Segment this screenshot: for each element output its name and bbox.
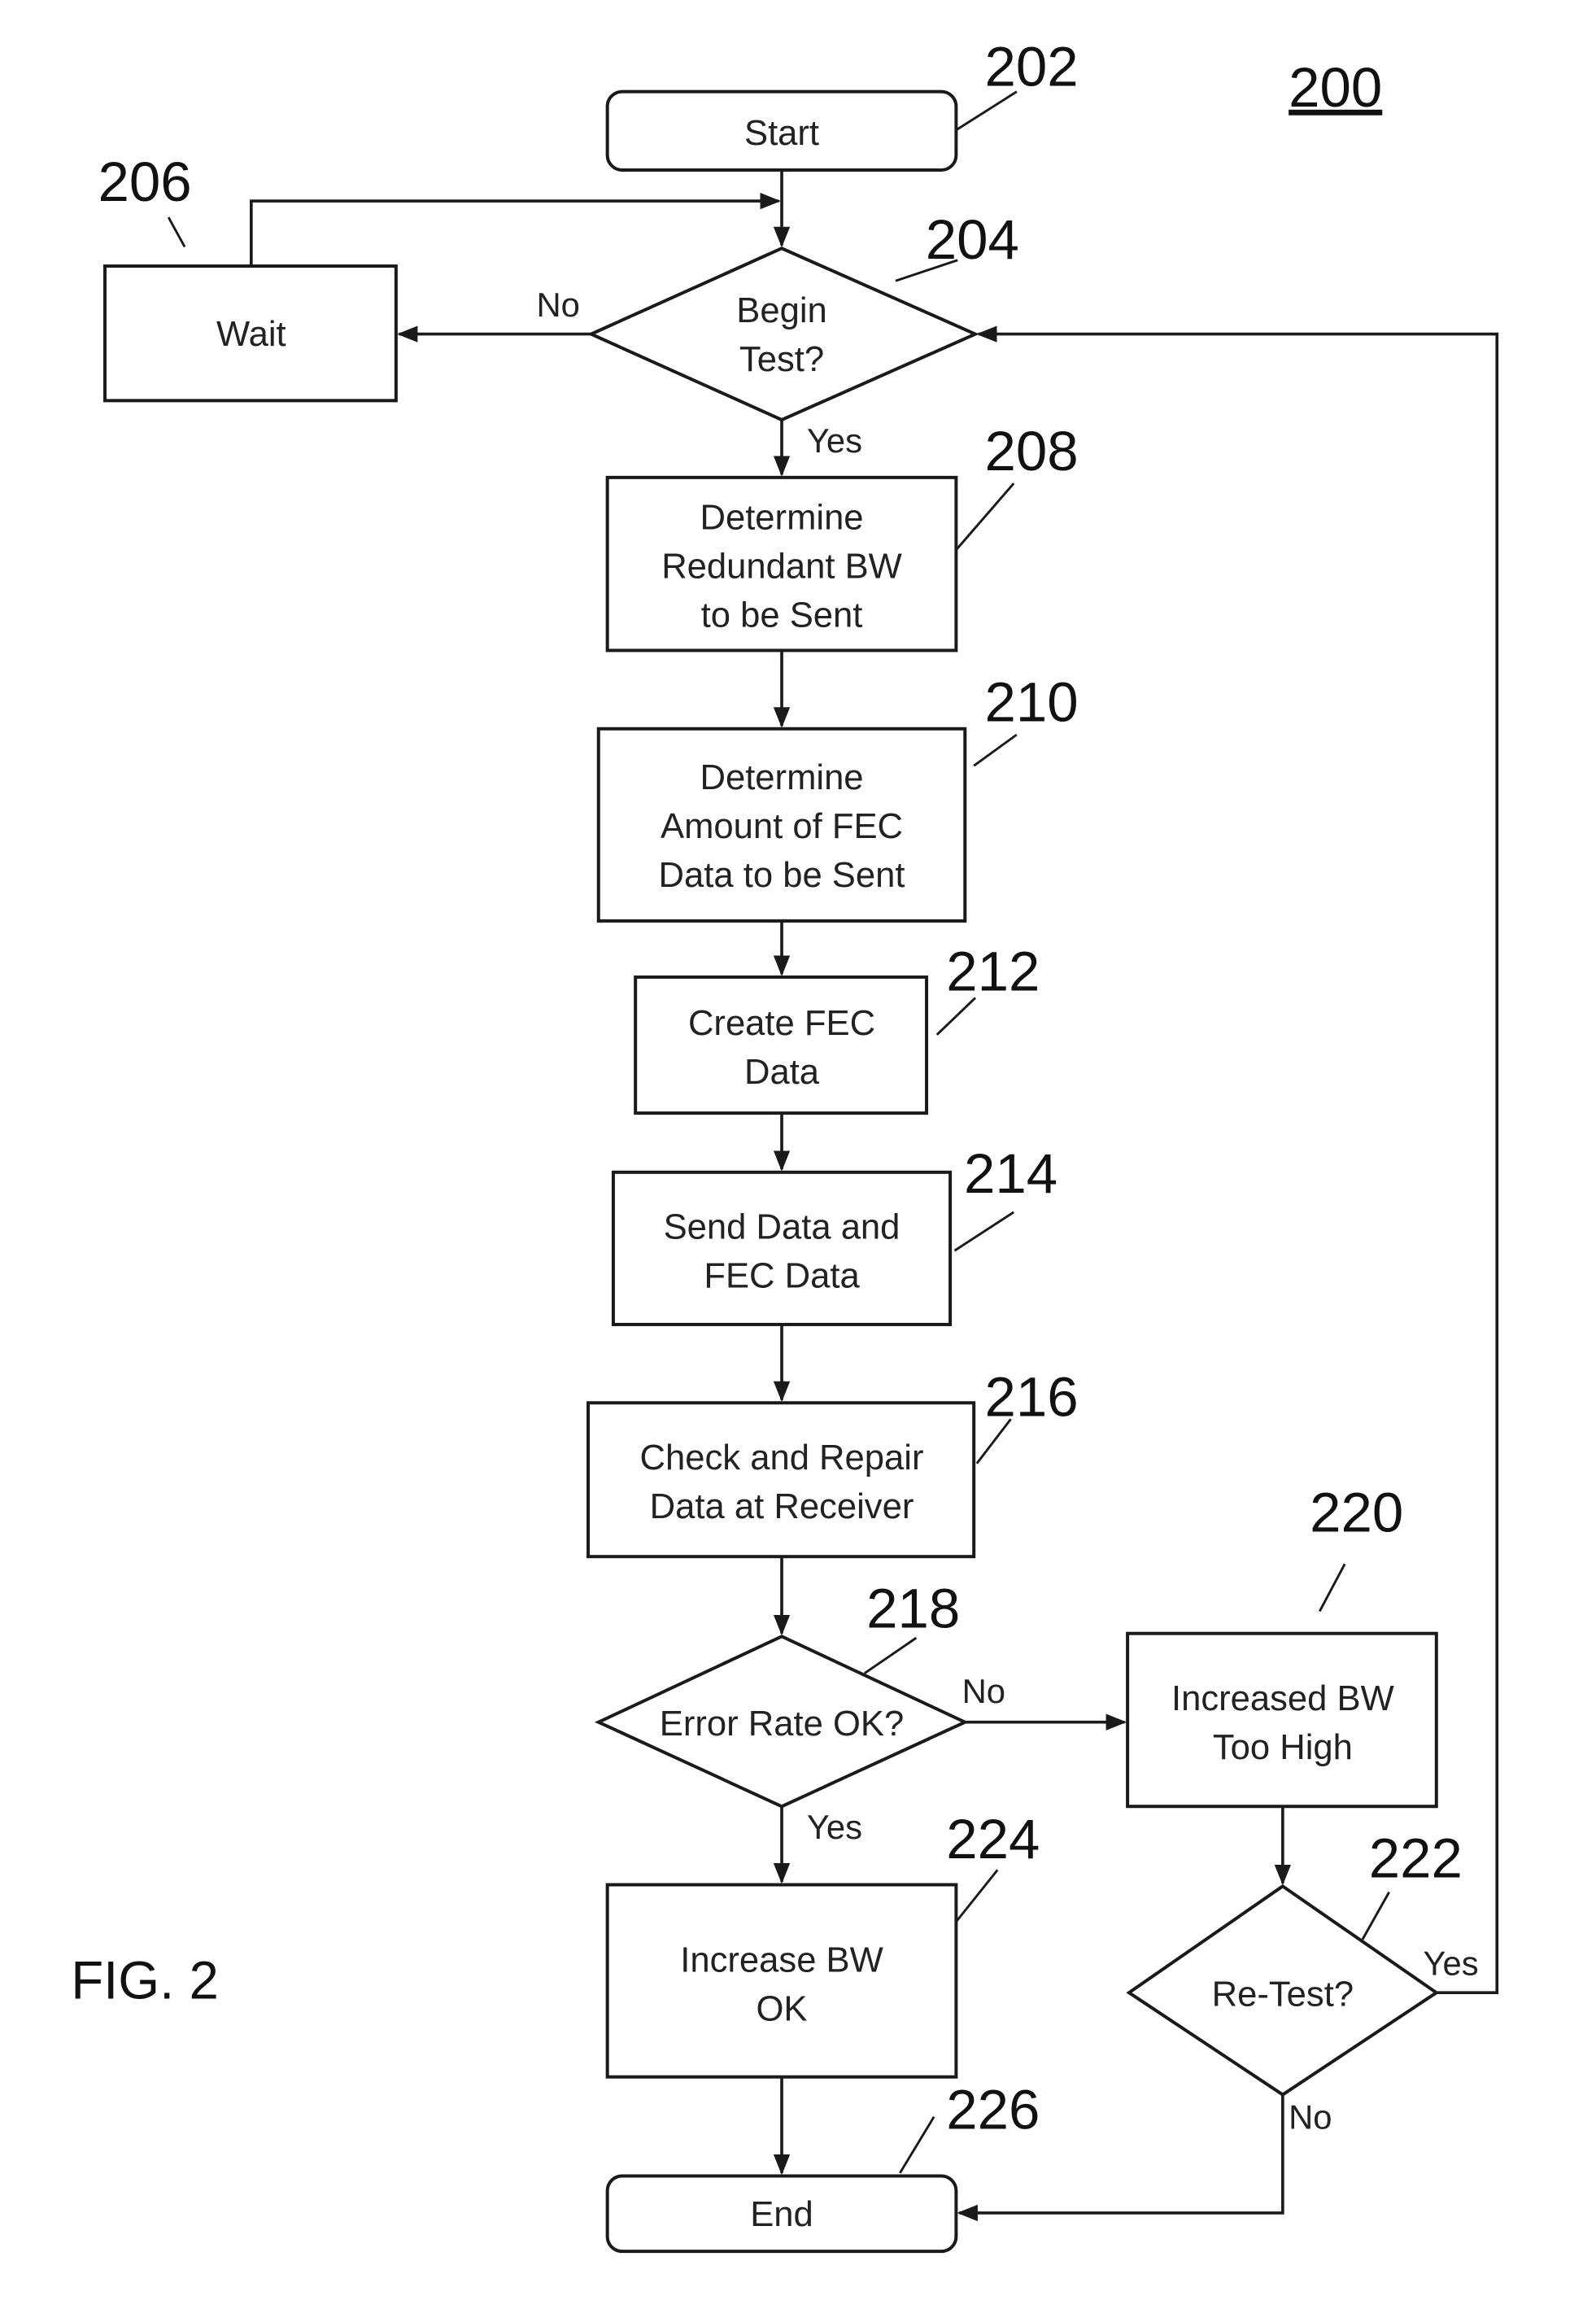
leader-210 [973,733,1018,767]
node-error-rate-label: Error Rate OK? [660,1704,904,1744]
flowchart: 200 FIG. 2 No Yes No Yes Yes No Start 20… [71,35,1499,2254]
ref-224: 224 [946,1808,1040,1870]
node-determine-bw-line-2: Redundant BW [661,547,902,586]
edge-label-error-yes: Yes [807,1808,862,1846]
node-send-data: Send Data and FEC Data 214 [611,1142,1057,1326]
node-start: Start 202 [605,35,1079,172]
node-start-label: Start [744,114,819,153]
node-bw-ok: Increase BW OK 224 [605,1808,1040,2079]
ref-214: 214 [964,1142,1057,1205]
node-end-label: End [750,2195,813,2234]
leader-224 [955,1869,999,1923]
node-begin-test-line-1: Begin [736,291,826,330]
leader-208 [955,482,1015,551]
node-determine-fec-line-1: Determine [700,758,863,797]
ref-202: 202 [984,35,1078,98]
leader-218 [863,1636,918,1674]
ref-226: 226 [946,2078,1040,2141]
edge-label-retest-no: No [1289,2097,1332,2136]
node-end: End 226 [605,2078,1040,2254]
node-bw-ok-line-1: Increase BW [680,1941,883,1980]
node-bw-ok-line-2: OK [757,1990,808,2029]
node-retest-label: Re-Test? [1212,1975,1354,2014]
node-create-fec-line-1: Create FEC [688,1004,875,1043]
ref-212: 212 [946,940,1040,1002]
edge-label-begin-yes: Yes [807,421,862,460]
node-determine-bw-line-1: Determine [700,498,863,537]
edge-label-error-no: No [962,1672,1005,1710]
ref-208: 208 [984,420,1078,482]
node-check-repair-line-2: Data at Receiver [650,1487,914,1526]
node-determine-fec: Determine Amount of FEC Data to be Sent … [596,671,1079,923]
node-check-repair-line-1: Check and Repair [640,1438,924,1477]
node-send-data-line-2: FEC Data [704,1257,860,1296]
node-create-fec: Create FEC Data 212 [634,940,1040,1115]
node-determine-fec-line-2: Amount of FEC [661,807,903,846]
figure-ref: 200 [1289,56,1382,119]
leader-220 [1318,1563,1346,1613]
node-bw-too-high-line-1: Increased BW [1171,1679,1394,1718]
leader-212 [935,997,977,1036]
ref-220: 220 [1310,1481,1403,1543]
node-begin-test-line-2: Test? [739,340,824,379]
node-determine-fec-line-3: Data to be Sent [659,856,905,895]
leader-222 [1361,1891,1390,1940]
node-begin-test: Begin Test? 204 [587,208,1019,422]
node-wait: Wait 206 [98,151,398,403]
ref-216: 216 [984,1366,1078,1429]
node-bw-too-high-line-2: Too High [1213,1728,1353,1767]
node-retest: Re-Test? 222 [1126,1827,1463,2097]
node-determine-bw-line-3: to be Sent [701,596,863,635]
leader-226 [899,2116,935,2174]
edge-label-retest-yes: Yes [1423,1944,1478,1982]
node-bw-too-high: Increased BW Too High 220 [1126,1481,1438,1809]
node-wait-label: Wait [216,315,286,354]
node-check-repair: Check and Repair Data at Receiver 216 [587,1366,1079,1559]
edge-label-begin-no: No [536,286,579,324]
ref-210: 210 [984,671,1078,734]
ref-218: 218 [866,1577,960,1639]
node-create-fec-line-2: Data [744,1053,820,1092]
ref-222: 222 [1369,1827,1463,1889]
leader-214 [953,1211,1015,1252]
ref-206: 206 [98,151,191,213]
connector-wait-to-begin [250,192,781,267]
leader-206 [167,216,186,248]
ref-204: 204 [926,208,1019,271]
node-send-data-line-1: Send Data and [664,1208,900,1247]
figure-label: FIG. 2 [71,1950,219,2010]
